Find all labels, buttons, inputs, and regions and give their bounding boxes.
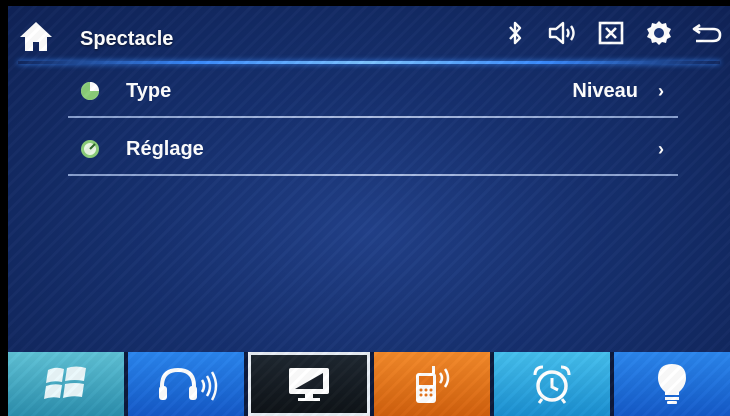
monitor-icon xyxy=(289,368,329,401)
gauge-icon xyxy=(81,140,99,158)
phone-bluetooth-icon xyxy=(416,366,450,403)
chevron-right-icon: › xyxy=(658,139,664,159)
home-icon xyxy=(20,22,52,51)
dock-tile-phone[interactable] xyxy=(374,352,490,416)
back-icon xyxy=(692,23,722,43)
menu-item-value: Niveau xyxy=(572,80,638,102)
page-title: Spectacle xyxy=(80,28,174,50)
back-button[interactable] xyxy=(692,18,722,48)
menu-item-type[interactable]: Type Niveau › xyxy=(68,64,678,118)
pie-chart-icon xyxy=(81,82,99,100)
screen: Spectacle Type Niveau › Réglage › xyxy=(8,6,730,416)
bluetooth-icon xyxy=(509,21,522,45)
home-button[interactable] xyxy=(18,20,54,52)
top-bar: Spectacle xyxy=(8,6,730,62)
dock-tile-windows[interactable] xyxy=(8,352,124,416)
windows-icon xyxy=(44,366,86,399)
row-divider xyxy=(68,174,678,176)
volume-button[interactable] xyxy=(548,18,578,48)
light-bulb-icon xyxy=(658,364,686,404)
row-divider xyxy=(68,116,678,118)
menu-item-reglage[interactable]: Réglage › xyxy=(68,122,678,176)
close-button[interactable] xyxy=(596,18,626,48)
settings-icon xyxy=(647,21,671,45)
dock-tile-display[interactable] xyxy=(248,352,370,416)
dock-tile-alarm[interactable] xyxy=(494,352,610,416)
dock-tile-light[interactable] xyxy=(614,352,730,416)
headphones-icon xyxy=(159,367,218,401)
menu-item-label: Type xyxy=(126,80,172,102)
dock-tile-audio[interactable] xyxy=(128,352,244,416)
settings-button[interactable] xyxy=(644,18,674,48)
chevron-right-icon: › xyxy=(658,81,664,101)
volume-icon xyxy=(548,21,575,45)
alarm-clock-icon xyxy=(533,365,571,404)
bluetooth-button[interactable] xyxy=(500,18,530,48)
status-icons xyxy=(500,18,722,48)
bottom-dock xyxy=(8,352,730,416)
menu-item-label: Réglage xyxy=(126,138,204,160)
close-box-icon xyxy=(598,21,624,45)
